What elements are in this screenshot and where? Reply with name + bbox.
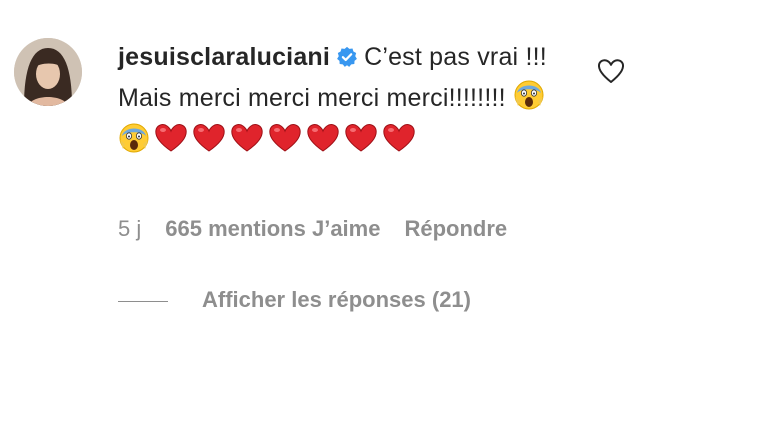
avatar[interactable] [14, 38, 82, 106]
red-heart-emoji [268, 122, 302, 165]
red-heart-emoji [306, 122, 340, 165]
avatar-image [14, 38, 82, 106]
reply-button[interactable]: Répondre [404, 216, 507, 241]
view-replies-label: Afficher les réponses (21) [202, 287, 471, 312]
red-heart-emoji [154, 122, 188, 165]
heart-outline-icon[interactable] [597, 58, 625, 84]
comment-meta: 5 j 665 mentions J’aime Répondre [118, 216, 507, 242]
red-heart-emoji [230, 122, 264, 165]
scream-emoji [118, 122, 150, 165]
comment-item: jesuisclaraluciani C’est pas vrai !!! Mai… [0, 0, 770, 433]
red-heart-emoji [382, 122, 416, 165]
comment-username[interactable]: jesuisclaraluciani [118, 43, 330, 71]
view-replies-button[interactable]: Afficher les réponses (21) [118, 287, 471, 313]
red-heart-emoji [344, 122, 378, 165]
red-heart-emoji [192, 122, 226, 165]
comment-body: jesuisclaraluciani C’est pas vrai !!! Mai… [118, 38, 563, 165]
verified-badge-icon [336, 41, 358, 79]
likes-count-link[interactable]: 665 mentions J’aime [165, 216, 380, 241]
replies-divider-line [118, 300, 168, 302]
scream-emoji [513, 79, 545, 122]
comment-timestamp[interactable]: 5 j [118, 216, 141, 241]
